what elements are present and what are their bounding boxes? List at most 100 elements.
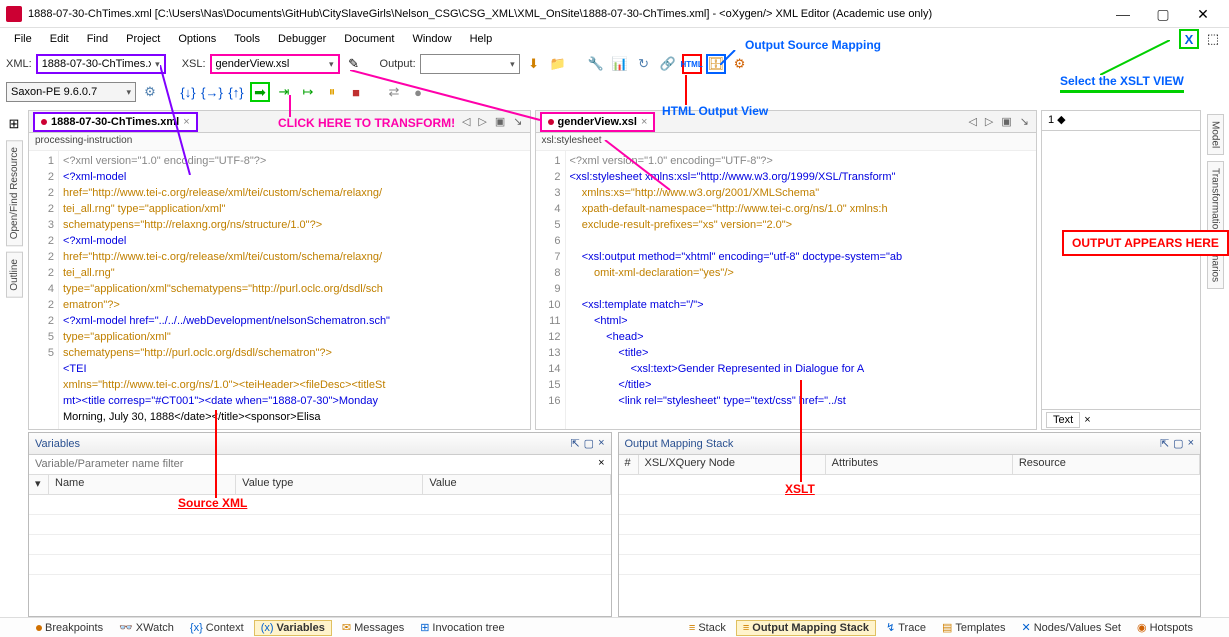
close-icon[interactable]: × xyxy=(1084,414,1090,426)
status-nodes-values[interactable]: ✕Nodes/Values Set xyxy=(1016,620,1127,635)
code-left[interactable]: <?xml version="1.0" encoding="UTF-8"?> <… xyxy=(59,151,530,429)
menu-file[interactable]: File xyxy=(6,31,40,47)
tab-xml-file[interactable]: 1888-07-30-ChTimes.xml × xyxy=(33,112,198,132)
col-value[interactable]: Value xyxy=(423,475,610,494)
output-tab-marker[interactable]: 1 ◆ xyxy=(1042,111,1072,130)
status-trace[interactable]: ↯Trace xyxy=(880,620,932,635)
maximize-pane-icon[interactable]: ↘ xyxy=(1017,115,1032,128)
status-messages[interactable]: ✉Messages xyxy=(336,620,410,635)
open-find-resource-tab[interactable]: Open/Find Resource xyxy=(6,140,23,246)
menu-options[interactable]: Options xyxy=(170,31,224,47)
menu-debugger[interactable]: Debugger xyxy=(270,31,334,47)
minimize-button[interactable]: — xyxy=(1103,3,1143,25)
status-variables[interactable]: (x)Variables xyxy=(254,620,332,636)
status-context[interactable]: {x}Context xyxy=(184,621,250,635)
menu-edit[interactable]: Edit xyxy=(42,31,77,47)
col-resource[interactable]: Resource xyxy=(1013,455,1200,474)
model-tab[interactable]: Model xyxy=(1207,114,1224,155)
code-right[interactable]: <?xml version="1.0" encoding="UTF-8"?> <… xyxy=(566,151,1037,429)
output-source-mapping-button[interactable]: 🗄 xyxy=(706,54,726,74)
run-transform-button[interactable]: ➡ xyxy=(250,82,270,102)
breadcrumb-left[interactable]: processing-instruction xyxy=(29,133,530,151)
close-tab-icon[interactable]: × xyxy=(183,116,189,128)
col-valuetype[interactable]: Value type xyxy=(236,475,423,494)
maximize-button[interactable]: ▢ xyxy=(1143,3,1183,25)
col-num[interactable]: # xyxy=(619,455,639,474)
transformation-scenarios-tab[interactable]: Transformation Scenarios xyxy=(1207,161,1224,289)
col-expand[interactable]: ▾ xyxy=(29,475,49,494)
chevron-down-icon: ▾ xyxy=(155,59,160,70)
breadcrumb-right[interactable]: xsl:stylesheet xyxy=(536,133,1037,151)
stop-icon[interactable]: ■ xyxy=(346,82,366,102)
status-output-mapping-stack[interactable]: ≡Output Mapping Stack xyxy=(736,620,876,636)
refresh-icon[interactable]: ↻ xyxy=(634,54,654,74)
close-button[interactable]: ✕ xyxy=(1183,3,1223,25)
profile-icon[interactable]: 📊 xyxy=(610,54,630,74)
col-name[interactable]: Name xyxy=(49,475,236,494)
tab-xsl-file[interactable]: genderView.xsl × xyxy=(540,112,656,132)
status-stack[interactable]: ≡Stack xyxy=(683,621,732,635)
menu-help[interactable]: Help xyxy=(462,31,501,47)
maximize-icon[interactable]: ▢ xyxy=(1173,437,1183,450)
sidebar-icon[interactable]: ⊞ xyxy=(4,114,24,134)
output-combo[interactable]: ▾ xyxy=(420,54,520,74)
status-templates[interactable]: ▤Templates xyxy=(936,620,1012,635)
xml-file-combo[interactable]: 1888-07-30-ChTimes.xml ▾ xyxy=(36,54,166,74)
link-icon[interactable]: 🔗 xyxy=(658,54,678,74)
step-out-icon[interactable]: {↑} xyxy=(226,82,246,102)
next-tab-icon[interactable]: ▷ xyxy=(982,115,996,128)
col-node[interactable]: XSL/XQuery Node xyxy=(639,455,826,474)
pin-icon[interactable]: ⇱ xyxy=(570,437,579,450)
menu-find[interactable]: Find xyxy=(79,31,116,47)
menu-window[interactable]: Window xyxy=(404,31,459,47)
clear-icon[interactable]: × xyxy=(592,455,610,474)
gear-icon[interactable]: ⚙ xyxy=(140,82,160,102)
toggle-icon[interactable]: ⇄ xyxy=(384,82,404,102)
close-icon[interactable]: × xyxy=(598,437,604,450)
tab-list-icon[interactable]: ▣ xyxy=(492,115,508,128)
save-icon[interactable]: ⬇ xyxy=(524,54,544,74)
maximize-icon[interactable]: ▢ xyxy=(584,437,594,450)
menu-tools[interactable]: Tools xyxy=(226,31,268,47)
oms-body[interactable] xyxy=(619,475,1201,616)
editor-view-button[interactable]: ⬚ xyxy=(1203,29,1223,49)
status-invocation-tree[interactable]: ⊞Invocation tree xyxy=(414,620,510,635)
pin-icon[interactable]: ⇱ xyxy=(1160,437,1169,450)
editor-right: genderView.xsl × ◁ ▷ ▣ ↘ xsl:stylesheet … xyxy=(535,110,1038,430)
engine-combo[interactable]: Saxon-PE 9.6.0.7 ▾ xyxy=(6,82,136,102)
run-to-end-icon[interactable]: ⇥ xyxy=(274,82,294,102)
output-text-tab[interactable]: Text xyxy=(1046,412,1080,428)
wrench-icon[interactable]: 🔧 xyxy=(586,54,606,74)
titlebar: 1888-07-30-ChTimes.xml [C:\Users\Nas\Doc… xyxy=(0,0,1229,28)
menu-document[interactable]: Document xyxy=(336,31,402,47)
xsl-file-combo[interactable]: genderView.xsl ▾ xyxy=(210,54,340,74)
step-over-icon[interactable]: {→} xyxy=(202,82,222,102)
tab-list-icon[interactable]: ▣ xyxy=(998,115,1014,128)
prev-tab-icon[interactable]: ◁ xyxy=(965,115,979,128)
xsl-file-value: genderView.xsl xyxy=(216,58,325,70)
next-tab-icon[interactable]: ▷ xyxy=(475,115,489,128)
variables-body[interactable] xyxy=(29,495,611,616)
status-breakpoints[interactable]: Breakpoints xyxy=(30,621,109,635)
close-icon[interactable]: × xyxy=(1188,437,1194,450)
html-output-view-button[interactable]: HTML xyxy=(682,54,702,74)
menu-project[interactable]: Project xyxy=(118,31,168,47)
status-hotspots[interactable]: ◉Hotspots xyxy=(1131,620,1199,635)
col-attrs[interactable]: Attributes xyxy=(826,455,1013,474)
status-xwatch[interactable]: 👓XWatch xyxy=(113,620,180,635)
outline-tab[interactable]: Outline xyxy=(6,252,23,298)
folder-icon[interactable]: 📁 xyxy=(548,54,568,74)
output-content xyxy=(1042,131,1200,409)
gear-icon[interactable]: ⚙ xyxy=(730,54,750,74)
xslt-debugger-view-button[interactable]: X xyxy=(1179,29,1199,49)
breakpoint-icon[interactable]: ● xyxy=(408,82,428,102)
pause-icon[interactable]: ⏸ xyxy=(322,82,342,102)
step-into-icon[interactable]: {↓} xyxy=(178,82,198,102)
variables-filter-input[interactable] xyxy=(29,455,592,473)
xsl-edit-icon[interactable]: ✎ xyxy=(344,54,364,74)
end-icon[interactable]: ↦ xyxy=(298,82,318,102)
maximize-pane-icon[interactable]: ↘ xyxy=(510,115,525,128)
workarea: ⊞ Open/Find Resource Outline 1888-07-30-… xyxy=(0,110,1229,430)
prev-tab-icon[interactable]: ◁ xyxy=(459,115,473,128)
close-tab-icon[interactable]: × xyxy=(641,116,647,128)
